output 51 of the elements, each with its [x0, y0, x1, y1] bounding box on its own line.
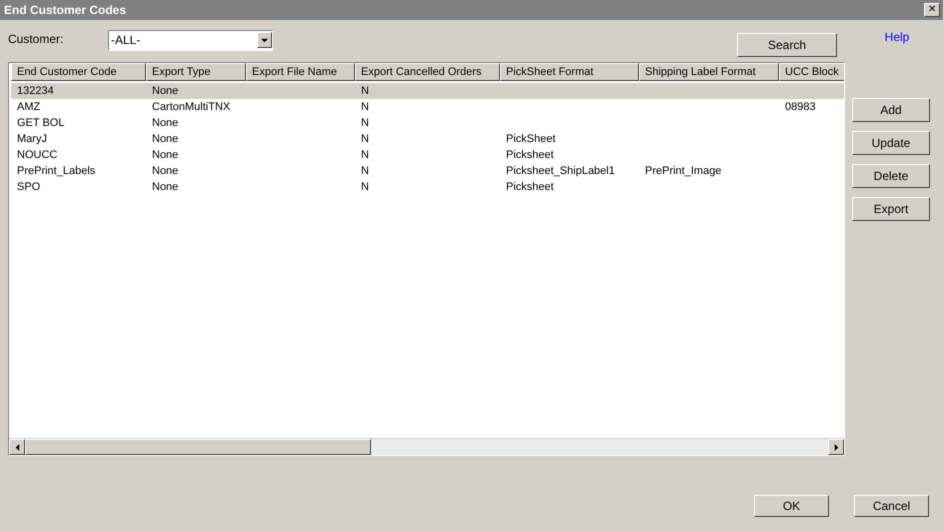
table-cell-text: AMZ: [16, 100, 42, 115]
table-row[interactable]: 132234 None N: [11, 83, 844, 99]
table-cell-text: CartonMultiTNX: [151, 100, 232, 115]
table-cell-text: PickSheet: [505, 132, 557, 147]
table-cell-text: PrePrint_Image: [644, 164, 722, 179]
table-cell-text: None: [151, 132, 180, 147]
table-cell-text: None: [151, 84, 180, 99]
column-header[interactable]: UCC Block: [779, 63, 844, 81]
action-button[interactable]: Export: [852, 197, 930, 221]
table-cell-text: None: [151, 164, 180, 179]
column-header[interactable]: Export Type: [146, 63, 246, 81]
horizontal-scrollbar[interactable]: [9, 438, 844, 455]
action-button[interactable]: Update: [852, 131, 930, 155]
table-cell-text: PrePrint_Labels: [16, 164, 96, 179]
action-button[interactable]: Delete: [852, 164, 930, 188]
table-cell-text: GET BOL: [16, 116, 66, 131]
table-cell-text: N: [360, 84, 370, 99]
column-header[interactable]: PickSheet Format: [500, 63, 639, 81]
column-header[interactable]: Export Cancelled Orders: [355, 63, 500, 81]
table-cell-text: SPO: [16, 180, 42, 195]
dropdown-arrow-icon: [261, 36, 268, 44]
table-cell-text: N: [360, 164, 370, 179]
table-cell-text: Picksheet_ShipLabel1: [505, 164, 616, 179]
left-arrow-icon: [14, 444, 20, 450]
table-cell-text: None: [151, 148, 180, 163]
table-cell-text: Picksheet: [505, 180, 555, 195]
table-cell-text: N: [360, 132, 370, 147]
column-header[interactable]: Shipping Label Format: [639, 63, 779, 81]
table-cell-text: 132234: [16, 84, 55, 99]
right-arrow-icon: [832, 444, 840, 450]
column-header[interactable]: End Customer Code: [11, 63, 146, 81]
customer-label: Customer:: [8, 32, 64, 46]
customer-dropdown[interactable]: -ALL-: [108, 30, 273, 50]
table-cell-text: N: [360, 148, 370, 163]
help-link[interactable]: Help: [884, 30, 910, 44]
column-header[interactable]: Export File Name: [246, 63, 355, 81]
action-button[interactable]: Add: [852, 98, 930, 122]
table-cell-text: 08983: [784, 100, 817, 115]
table-cell-text: None: [151, 116, 180, 131]
table-cell-text: MaryJ: [16, 132, 48, 147]
dialog-button[interactable]: OK: [754, 495, 829, 517]
dialog-button[interactable]: Cancel: [854, 495, 929, 517]
table-cell-text: NOUCC: [16, 148, 58, 163]
table-cell-text: Picksheet: [505, 148, 555, 163]
table-cell-text: N: [360, 100, 370, 115]
window-title: End Customer Codes: [4, 3, 126, 17]
close-button[interactable]: ✕: [924, 3, 940, 17]
table-cell-text: None: [151, 180, 180, 195]
table-cell-text: N: [360, 116, 370, 131]
table-cell-text: N: [360, 180, 370, 195]
search-button[interactable]: Search: [737, 33, 837, 57]
